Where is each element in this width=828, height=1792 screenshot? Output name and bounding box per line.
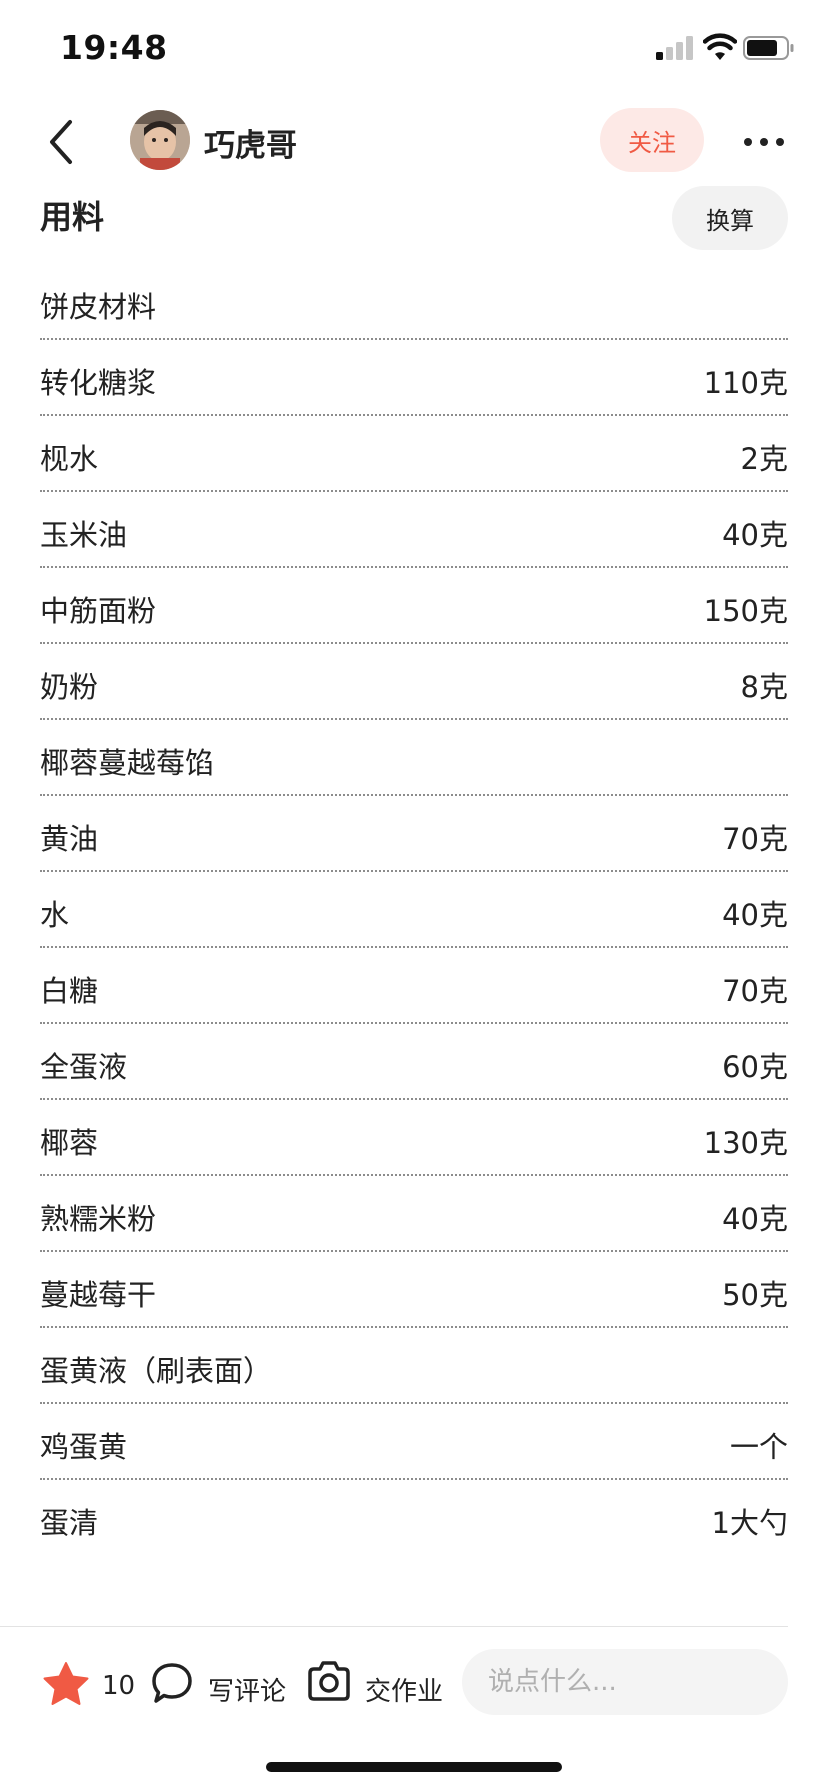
ingredient-name: 蛋黄液（刷表面） [40,1354,273,1388]
ingredient-name: 白糖 [40,974,99,1008]
header: 巧虎哥 关注 [0,100,828,190]
ingredient-name: 玉米油 [40,518,128,552]
status-bar: 19:48 [0,0,828,100]
signal-icon [656,36,693,60]
ingredient-amount: 1大勺 [711,1506,788,1540]
comment-bubble-icon[interactable] [150,1661,194,1705]
write-comment-button[interactable]: 写评论 [208,1671,286,1708]
camera-icon[interactable] [306,1659,352,1703]
ingredient-row: 白糖 70克 [40,948,788,1024]
wifi-icon [703,33,737,60]
ingredient-name: 蔓越莓干 [40,1278,157,1312]
ingredient-amount: 40克 [722,898,788,932]
ingredient-row: 奶粉 8克 [40,644,788,720]
ingredient-amount: 一个 [729,1430,788,1464]
ingredient-name: 椰蓉蔓越莓馅 [40,746,215,780]
back-chevron-icon[interactable] [40,114,86,170]
ingredient-amount: 110克 [703,366,788,400]
ingredient-amount: 70克 [722,822,788,856]
ingredient-row: 黄油 70克 [40,796,788,872]
ingredient-row: 全蛋液 60克 [40,1024,788,1100]
ingredient-amount: 130克 [703,1126,788,1160]
ingredient-row: 椰蓉 130克 [40,1100,788,1176]
ingredient-amount: 70克 [722,974,788,1008]
ingredient-amount: 40克 [722,1202,788,1236]
ingredient-row: 熟糯米粉 40克 [40,1176,788,1252]
ingredient-amount: 8克 [740,670,788,704]
recipe-page: 19:48 巧虎哥 关注 用料 换算 饼皮材料 转化糖浆 110克 枧水 2克 … [0,0,828,1792]
ingredient-name: 饼皮材料 [40,290,157,324]
ingredient-row: 鸡蛋黄 一个 [40,1404,788,1480]
star-icon[interactable] [42,1661,90,1707]
status-time: 19:48 [60,28,168,67]
follow-button[interactable]: 关注 [600,108,704,172]
ingredient-row: 中筋面粉 150克 [40,568,788,644]
ingredient-name: 枧水 [40,442,99,476]
ingredient-name: 蛋清 [40,1506,99,1540]
ingredient-amount: 60克 [722,1050,788,1084]
ingredient-row: 蔓越莓干 50克 [40,1252,788,1328]
ingredients-list: 饼皮材料 转化糖浆 110克 枧水 2克 玉米油 40克 中筋面粉 150克 奶粉 8克 椰蓉蔓越莓馅… [40,264,788,1556]
comment-input[interactable] [462,1649,788,1715]
ingredient-row: 转化糖浆 110克 [40,340,788,416]
ingredient-row: 玉米油 40克 [40,492,788,568]
ingredient-row: 椰蓉蔓越莓馅 [40,720,788,796]
ingredient-amount: 2克 [740,442,788,476]
submit-homework-button[interactable]: 交作业 [365,1671,443,1708]
ingredient-name: 椰蓉 [40,1126,99,1160]
ingredient-name: 奶粉 [40,670,99,704]
convert-button[interactable]: 换算 [672,186,788,250]
ingredient-name: 黄油 [40,822,99,856]
author-name[interactable]: 巧虎哥 [204,120,297,165]
ingredient-row: 枧水 2克 [40,416,788,492]
like-count: 10 [102,1671,136,1701]
avatar-image [130,110,190,170]
more-dots-icon[interactable] [742,124,786,158]
ingredient-name: 熟糯米粉 [40,1202,157,1236]
ingredient-row: 水 40克 [40,872,788,948]
ingredient-row: 饼皮材料 [40,264,788,340]
ingredient-amount: 40克 [722,518,788,552]
ingredient-amount: 50克 [722,1278,788,1312]
ingredient-name: 中筋面粉 [40,594,157,628]
ingredient-row: 蛋黄液（刷表面） [40,1328,788,1404]
ingredient-name: 全蛋液 [40,1050,128,1084]
ingredient-name: 鸡蛋黄 [40,1430,128,1464]
bottom-action-bar: 10 写评论 交作业 [0,1627,828,1737]
battery-icon [743,36,794,60]
ingredient-name: 水 [40,898,70,932]
ingredient-row: 蛋清 1大勺 [40,1480,788,1556]
ingredients-title: 用料 [40,198,105,236]
ingredient-name: 转化糖浆 [40,366,157,400]
home-indicator[interactable] [266,1762,562,1772]
ingredient-amount: 150克 [703,594,788,628]
author-avatar[interactable] [130,110,190,170]
